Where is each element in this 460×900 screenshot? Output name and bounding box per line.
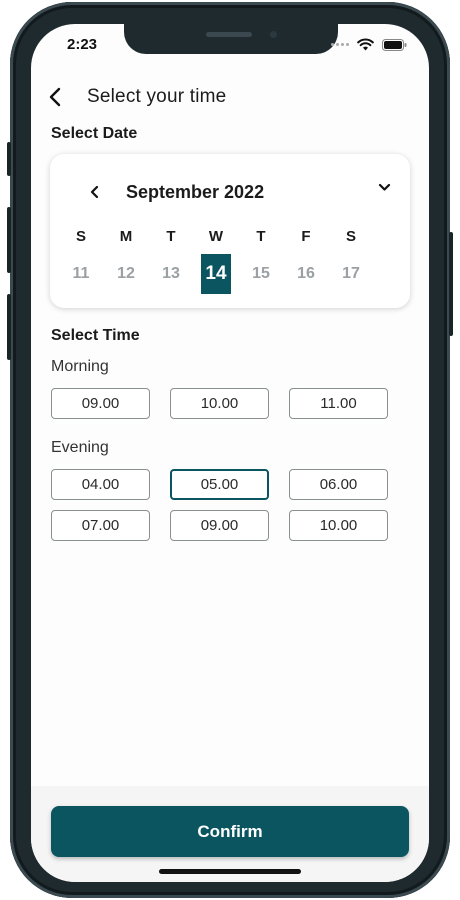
day-row: 11 12 13 14 15 16 17 (66, 254, 366, 294)
header: Select your time (45, 82, 226, 112)
power-button (449, 232, 453, 336)
weekday-label: F (301, 227, 311, 245)
chevron-left-icon (49, 87, 61, 107)
time-slot-evening[interactable]: 04.00 (51, 469, 150, 500)
time-slot-morning[interactable]: 10.00 (170, 388, 269, 419)
back-button[interactable] (45, 85, 65, 109)
volume-up-button (7, 207, 11, 273)
weekday-label: M (119, 227, 133, 245)
date-picker-card: September 2022 S M T W T F S 11 12 13 14… (50, 154, 410, 308)
day-13[interactable]: 13 (156, 254, 186, 294)
month-label: September 2022 (126, 182, 265, 202)
confirm-button[interactable]: Confirm (51, 806, 409, 857)
day-16[interactable]: 16 (291, 254, 321, 294)
app-screen: 2:23 Select your time Select Date Septem… (31, 24, 429, 882)
time-slot-evening[interactable]: 06.00 (289, 469, 388, 500)
time-slot-evening[interactable]: 07.00 (51, 510, 150, 541)
time-slot-evening[interactable]: 09.00 (170, 510, 269, 541)
expand-calendar-button[interactable] (374, 178, 394, 196)
morning-slots: 09.00 10.00 11.00 (51, 388, 388, 419)
status-time: 2:23 (67, 36, 98, 53)
signal-dots-icon (331, 43, 349, 46)
day-17[interactable]: 17 (336, 254, 366, 294)
select-time-label: Select Time (51, 327, 140, 344)
home-indicator (159, 869, 301, 874)
battery-icon (382, 38, 407, 51)
mute-switch (7, 142, 11, 176)
weekday-label: T (166, 227, 176, 245)
weekday-label: S (75, 227, 86, 245)
day-14-selected[interactable]: 14 (201, 254, 231, 294)
day-12[interactable]: 12 (111, 254, 141, 294)
speaker-grille (206, 32, 252, 37)
weekday-label: T (256, 227, 266, 245)
chevron-left-icon (90, 185, 98, 199)
weekday-header-row: S M T W T F S (66, 226, 366, 246)
time-slot-evening-selected[interactable]: 05.00 (170, 469, 269, 500)
evening-label: Evening (51, 439, 109, 456)
volume-down-button (7, 294, 11, 360)
time-slot-morning[interactable]: 09.00 (51, 388, 150, 419)
weekday-label: S (345, 227, 356, 245)
evening-slots: 04.00 05.00 06.00 07.00 09.00 10.00 (51, 469, 388, 541)
select-date-label: Select Date (51, 125, 138, 142)
previous-month-button[interactable] (84, 182, 104, 202)
notch (124, 24, 338, 54)
front-camera (267, 28, 280, 41)
footer-bar: Confirm (31, 786, 429, 882)
wifi-icon (357, 38, 374, 51)
status-icons (331, 38, 407, 51)
time-slot-evening[interactable]: 10.00 (289, 510, 388, 541)
page-title: Select your time (87, 86, 227, 107)
chevron-down-icon (378, 183, 390, 191)
day-15[interactable]: 15 (246, 254, 276, 294)
day-11[interactable]: 11 (66, 254, 96, 294)
morning-label: Morning (51, 358, 109, 375)
weekday-label: W (208, 227, 224, 245)
time-slot-morning[interactable]: 11.00 (289, 388, 388, 419)
